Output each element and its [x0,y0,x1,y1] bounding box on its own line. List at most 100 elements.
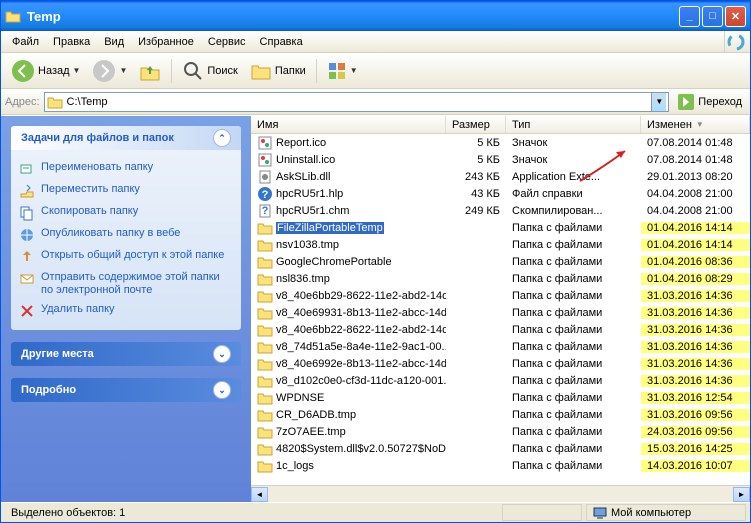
cell-size: 5 КБ [446,137,506,149]
cell-name: ?hpcRU5r1.hlp [251,186,446,202]
menu-view[interactable]: Вид [97,34,131,50]
folder-icon [257,271,273,287]
folder-icon [257,237,273,253]
cell-name: Report.ico [251,135,446,151]
file-name: nsl836.tmp [276,273,330,285]
address-input[interactable] [67,96,652,108]
cell-type: Папка с файлами [506,307,641,319]
file-row[interactable]: CR_D6ADB.tmpПапка с файлами31.03.2016 09… [251,406,750,423]
other-places-header[interactable]: Другие места ⌄ [11,342,241,366]
cell-date: 04.04.2008 21:00 [641,205,750,217]
address-dropdown[interactable]: ▼ [651,93,666,111]
horizontal-scrollbar[interactable]: ◄ ► [251,485,750,502]
publish-icon [19,227,35,243]
file-row[interactable]: v8_40e6bb29-8622-11e2-abd2-14d...Папка с… [251,287,750,304]
cell-size: 5 КБ [446,154,506,166]
cell-name: v8_40e6bb22-8622-11e2-abd2-14d... [251,322,446,338]
column-name[interactable]: Имя [251,116,446,133]
task-label: Удалить папку [41,303,115,316]
task-move[interactable]: Переместить папку [19,180,233,202]
task-copy[interactable]: Скопировать папку [19,202,233,224]
menu-file[interactable]: Файл [5,34,46,50]
back-icon [11,59,35,83]
folder-icon [257,441,273,457]
file-name: v8_40e69931-8b13-11e2-abcc-14d... [276,307,446,319]
folders-button[interactable]: Папки [246,58,310,84]
cell-type: Папка с файлами [506,256,641,268]
folder-icon [257,322,273,338]
cell-type: Скомпилирован... [506,205,641,217]
views-button[interactable]: ▼ [323,59,362,83]
column-type[interactable]: Тип [506,116,641,133]
folder-icon [257,458,273,474]
titlebar[interactable]: Temp _ □ ✕ [1,1,750,31]
folder-icon [257,288,273,304]
go-button[interactable]: Переход [673,93,746,111]
scroll-left-button[interactable]: ◄ [251,487,268,502]
file-row[interactable]: GoogleChromePortable Папка с файлами01.04… [251,253,750,270]
folder-icon [47,94,63,110]
details-header[interactable]: Подробно ⌄ [11,378,241,402]
column-size[interactable]: Размер [446,116,506,133]
file-row[interactable]: ?hpcRU5r1.hlp43 КБФайл справки04.04.2008… [251,185,750,202]
file-row[interactable]: v8_d102c0e0-cf3d-11dc-a120-001...Папка с… [251,372,750,389]
cell-name: nsl836.tmp [251,271,446,287]
file-row[interactable]: WPDNSEПапка с файлами31.03.2016 12:54 [251,389,750,406]
menu-edit[interactable]: Правка [46,34,97,50]
file-row[interactable]: AskSLib.dll243 КБApplication Exte...29.0… [251,168,750,185]
close-button[interactable]: ✕ [725,6,746,27]
menu-favorites[interactable]: Избранное [131,34,201,50]
task-email[interactable]: Отправить содержимое этой папки по элект… [19,268,233,300]
cell-name: v8_74d51a5e-8a4e-11e2-9ac1-00... [251,339,446,355]
file-row[interactable]: 4820$System.dll$v2.0.50727$NoD...Папка с… [251,440,750,457]
back-button[interactable]: Назад ▼ [7,57,84,85]
file-row[interactable]: v8_40e6992e-8b13-11e2-abcc-14d...Папка с… [251,355,750,372]
scroll-right-button[interactable]: ► [733,487,750,502]
cell-date: 01.04.2016 08:36 [641,256,750,268]
chevron-down-icon: ⌄ [213,345,231,363]
file-row[interactable]: 1c_logsПапка с файлами14.03.2016 10:07 [251,457,750,474]
menu-help[interactable]: Справка [253,34,310,50]
cell-date: 31.03.2016 14:36 [641,375,750,387]
file-row[interactable]: Report.ico5 КБЗначок07.08.2014 01:48 [251,134,750,151]
other-places-panel: Другие места ⌄ [11,342,241,366]
task-share[interactable]: Открыть общий доступ к этой папке [19,246,233,268]
hlp-icon: ? [257,186,273,202]
file-row[interactable]: FileZillaPortableTempПапка с файлами01.0… [251,219,750,236]
cell-name: 7zO7AEE.tmp [251,424,446,440]
cell-type: Значок [506,154,641,166]
up-button[interactable] [135,58,165,84]
file-name: WPDNSE [276,392,324,404]
menu-tools[interactable]: Сервис [201,34,253,50]
cell-type: Папка с файлами [506,324,641,336]
column-date[interactable]: Изменен▼ [641,116,750,133]
search-icon [182,60,204,82]
cell-type: Папка с файлами [506,409,641,421]
minimize-button[interactable]: _ [679,6,700,27]
cell-name: GoogleChromePortable [251,254,446,270]
address-combo[interactable]: ▼ [44,92,670,112]
chevron-down-icon: ⌄ [213,381,231,399]
file-row[interactable]: ?hpcRU5r1.chm249 КБСкомпилирован...04.04… [251,202,750,219]
file-row[interactable]: Uninstall.ico5 КБЗначок07.08.2014 01:48 [251,151,750,168]
task-publish[interactable]: Опубликовать папку в вебе [19,224,233,246]
forward-button[interactable]: ▼ [88,57,131,85]
file-tasks-header[interactable]: Задачи для файлов и папок ⌃ [11,126,241,150]
task-rename[interactable]: Переименовать папку [19,158,233,180]
search-button[interactable]: Поиск [178,58,241,84]
file-row[interactable]: v8_40e6bb22-8622-11e2-abd2-14d... Папка с… [251,321,750,338]
file-row[interactable]: v8_40e69931-8b13-11e2-abcc-14d... Папка с… [251,304,750,321]
cell-name: 1c_logs [251,458,446,474]
file-name: v8_d102c0e0-cf3d-11dc-a120-001... [276,375,446,387]
search-label: Поиск [207,65,237,77]
cell-name: CR_D6ADB.tmp [251,407,446,423]
file-row[interactable]: 7zO7AEE.tmpПапка с файлами24.03.2016 09:… [251,423,750,440]
cell-name: 4820$System.dll$v2.0.50727$NoD... [251,441,446,457]
maximize-button[interactable]: □ [702,6,723,27]
file-row[interactable]: nsv1038.tmpПапка с файлами01.04.2016 14:… [251,236,750,253]
file-row[interactable]: nsl836.tmpПапка с файлами01.04.2016 08:2… [251,270,750,287]
file-row[interactable]: v8_74d51a5e-8a4e-11e2-9ac1-00...Папка с … [251,338,750,355]
task-delete[interactable]: Удалить папку [19,300,233,322]
cell-type: Папка с файлами [506,290,641,302]
forward-icon [92,59,116,83]
